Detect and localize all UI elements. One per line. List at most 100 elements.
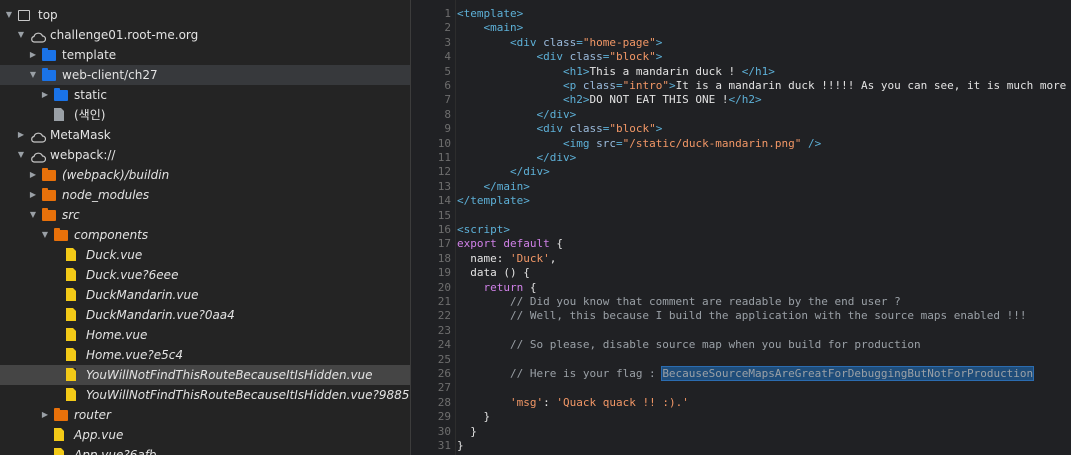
tree-item[interactable]: Home.vue: [0, 325, 410, 345]
tree-item-label: Home.vue: [86, 328, 148, 342]
code-token: 'msg': [509, 395, 544, 409]
collapse-right-icon[interactable]: ▶: [28, 45, 38, 65]
tree-item[interactable]: Duck.vue: [0, 245, 410, 265]
tree-item[interactable]: Home.vue?e5c4: [0, 345, 410, 365]
code-line[interactable]: <div class="block">: [457, 50, 662, 64]
tree-item[interactable]: ▼ webpack://: [0, 145, 410, 165]
code-line[interactable]: <img src="/static/duck-mandarin.png" />: [457, 137, 821, 151]
tree-item[interactable]: App.vue?6afb: [0, 445, 410, 455]
tree-item[interactable]: App.vue: [0, 425, 410, 445]
code-token: "home-page": [582, 35, 656, 49]
code-line[interactable]: </main>: [457, 180, 530, 194]
code-line[interactable]: }: [457, 439, 464, 453]
tree-item-label: components: [74, 228, 149, 242]
line-number: 7: [444, 93, 451, 107]
collapse-right-icon[interactable]: ▶: [16, 125, 26, 145]
code-token: <script>: [457, 223, 510, 236]
expand-down-icon[interactable]: ▼: [16, 145, 26, 165]
code-token: // Here is your flag :: [509, 367, 663, 380]
code-line[interactable]: data () {: [457, 266, 530, 280]
code-line[interactable]: // Here is your flag : BecauseSourceMaps…: [457, 366, 1035, 381]
line-number: 16: [437, 223, 451, 236]
tree-item[interactable]: ▼ challenge01.root-me.org: [0, 25, 410, 45]
code-line[interactable]: // Did you know that comment are readabl…: [457, 295, 901, 309]
tree-item-label: App.vue?6afb: [74, 448, 157, 455]
code-editor[interactable]: 1 <template> 2 <main> 3 <div class="home-pa…: [411, 0, 1071, 455]
tree-item-label: YouWillNotFindThisRouteBecauseItIsHidden…: [86, 368, 373, 382]
code-line[interactable]: }: [457, 425, 477, 439]
code-token: =: [615, 136, 623, 150]
tree-item[interactable]: ▶ MetaMask: [0, 125, 410, 145]
code-line[interactable]: </template>: [457, 194, 530, 208]
line-number: 10: [437, 136, 451, 150]
tree-item[interactable]: ▶ (webpack)/buildin: [0, 165, 410, 185]
code-line[interactable]: <h1>This a mandarin duck ! </h1>: [457, 65, 775, 79]
expand-down-icon[interactable]: ▼: [40, 225, 50, 245]
tree-item[interactable]: ▶ router: [0, 405, 410, 425]
code-token: // So please, disable source map when yo…: [509, 338, 921, 352]
collapse-right-icon[interactable]: ▶: [28, 185, 38, 205]
expand-down-icon[interactable]: ▼: [28, 205, 38, 225]
line-number: 20: [437, 280, 451, 294]
code-line[interactable]: <h2>DO NOT EAT THIS ONE !</h2>: [457, 93, 762, 107]
tree-item[interactable]: (색인): [0, 105, 410, 125]
tree-item[interactable]: ▶ node_modules: [0, 185, 410, 205]
folder-orange-icon: [42, 208, 56, 221]
tree-item[interactable]: ▼ src: [0, 205, 410, 225]
cloud-icon: [30, 149, 47, 163]
code-line[interactable]: <main>: [457, 21, 524, 35]
code-token: >: [655, 50, 663, 64]
code-line[interactable]: <template>: [457, 7, 523, 21]
code-token: =: [576, 35, 583, 49]
code-line[interactable]: // Well, this because I build the applic…: [457, 309, 1027, 323]
code-line[interactable]: <div class="home-page">: [457, 36, 662, 50]
code-line[interactable]: <p class="intro">It is a mandarin duck !…: [457, 79, 1066, 93]
code-line[interactable]: </div>: [457, 165, 550, 179]
expand-down-icon[interactable]: ▼: [4, 5, 14, 25]
tree-item[interactable]: ▼ web-client/ch27: [0, 65, 410, 85]
line-number: 3: [444, 35, 451, 49]
code-line[interactable]: <script>: [457, 223, 510, 237]
file-gray-icon: [54, 108, 64, 121]
code-line[interactable]: </div>: [457, 108, 576, 122]
code-token: This a mandarin duck !: [589, 64, 742, 78]
tree-item[interactable]: ▼ top: [0, 5, 410, 25]
code-line[interactable]: return {: [457, 281, 537, 295]
file-yellow-icon: [54, 428, 64, 441]
collapse-right-icon[interactable]: ▶: [40, 405, 50, 425]
expand-down-icon[interactable]: ▼: [16, 25, 26, 45]
code-line[interactable]: </div>: [457, 151, 576, 165]
tree-item[interactable]: ▶ static: [0, 85, 410, 105]
code-line[interactable]: 'msg': 'Quack quack !! :).': [457, 396, 689, 410]
tree-item[interactable]: ▼ components: [0, 225, 410, 245]
gutter-divider: [455, 0, 456, 455]
code-line[interactable]: // So please, disable source map when yo…: [457, 338, 921, 352]
code-token: data () {: [457, 266, 530, 280]
collapse-right-icon[interactable]: ▶: [40, 85, 50, 105]
collapse-right-icon[interactable]: ▶: [28, 165, 38, 185]
code-line[interactable]: }: [457, 410, 490, 424]
code-token: </div>: [536, 107, 577, 121]
code-token: // Did you know that comment are readabl…: [509, 295, 901, 308]
file-yellow-icon: [54, 448, 64, 455]
expand-down-icon[interactable]: ▼: [28, 65, 38, 85]
tree-item[interactable]: DuckMandarin.vue?0aa4: [0, 305, 410, 325]
code-token: />: [801, 136, 822, 150]
tree-item[interactable]: YouWillNotFindThisRouteBecauseItIsHidden…: [0, 385, 410, 405]
code-line[interactable]: name: 'Duck',: [457, 252, 556, 266]
code-line[interactable]: export default {: [457, 237, 563, 251]
tree-item[interactable]: Duck.vue?6eee: [0, 265, 410, 285]
selected-flag-text: BecauseSourceMapsAreGreatForDebuggingBut…: [661, 366, 1035, 381]
line-number: 26: [437, 367, 451, 380]
file-yellow-icon: [66, 248, 76, 261]
line-number: 28: [437, 395, 451, 409]
line-number: 29: [437, 410, 451, 424]
code-token: :: [543, 395, 557, 409]
code-line[interactable]: <div class="block">: [457, 122, 662, 136]
tree-item[interactable]: YouWillNotFindThisRouteBecauseItIsHidden…: [0, 365, 410, 385]
tree-item[interactable]: ▶ template: [0, 45, 410, 65]
tree-item[interactable]: DuckMandarin.vue: [0, 285, 410, 305]
